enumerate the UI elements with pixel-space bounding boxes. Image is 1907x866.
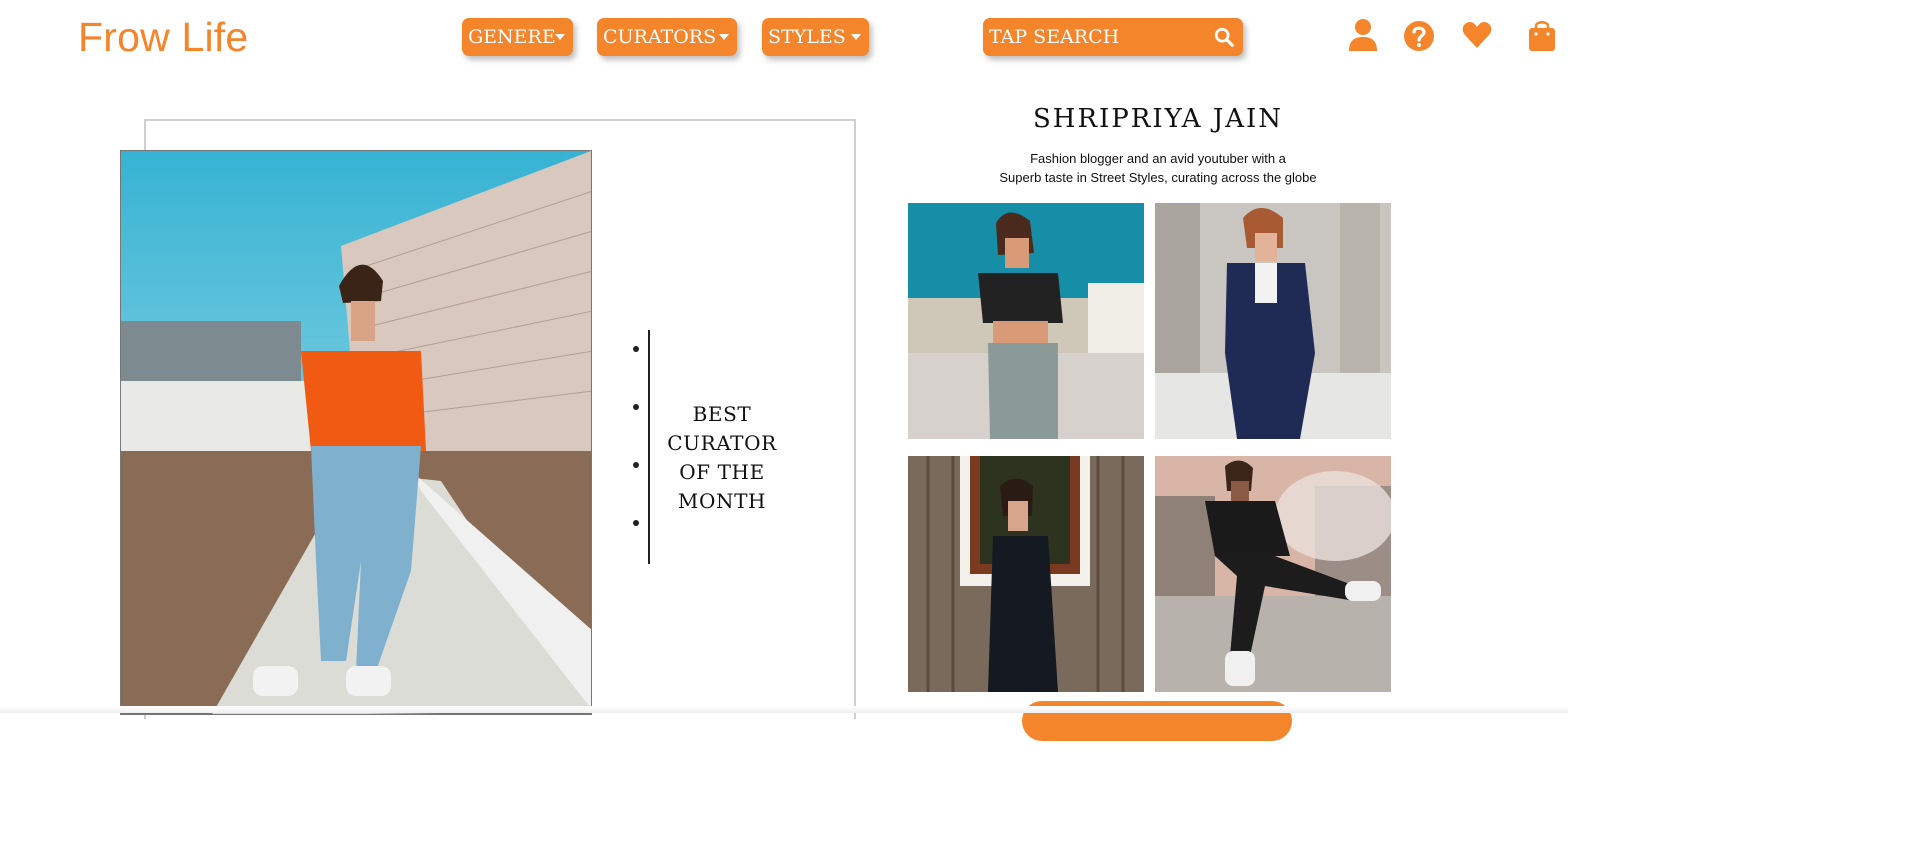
curator-name: SHRIPRIYA JAIN [1032,104,1284,134]
chevron-down-icon [555,34,565,40]
vertical-divider [648,330,650,564]
bio-line: Superb taste in Street Styles, curating … [999,170,1317,185]
styles-dropdown-button[interactable]: STYLES [762,18,869,56]
bullet-dot [633,462,639,468]
curators-label: CURATORS [603,26,717,48]
brand-logo[interactable]: Frow Life [78,14,248,61]
award-line: BEST [692,402,752,426]
gallery-photo-3[interactable] [908,456,1144,692]
chevron-down-icon [851,34,861,40]
heart-icon[interactable] [1461,18,1493,52]
bullet-dot [633,346,639,352]
bullet-dot [633,520,639,526]
gallery-photo-4[interactable] [1155,456,1391,692]
search-icon[interactable] [1213,26,1235,48]
styles-label: STYLES [768,26,846,48]
bio-line: Fashion blogger and an avid youtuber wit… [1030,151,1286,166]
bullet-dot [633,404,639,410]
search-input[interactable] [983,18,1203,56]
help-icon[interactable] [1403,18,1435,52]
genere-label: GENERE [468,26,556,48]
hero-curator-photo[interactable] [120,150,592,715]
best-curator-heading: BEST CURATOR OF THE MONTH [660,400,784,516]
award-line: OF THE [679,460,765,484]
chevron-down-icon [719,34,729,40]
page-bottom-edge [0,706,1568,713]
curator-bio: Fashion blogger and an avid youtuber wit… [908,149,1408,187]
gallery-photo-1[interactable] [908,203,1144,439]
genere-dropdown-button[interactable]: GENERE [462,18,573,56]
shopping-bag-icon[interactable] [1526,18,1558,52]
award-line: CURATOR [667,431,777,455]
award-line: MONTH [677,489,767,513]
gallery-photo-2[interactable] [1155,203,1391,439]
decorative-bullets [633,346,639,578]
curators-dropdown-button[interactable]: CURATORS [597,18,737,56]
search-bar [983,18,1243,56]
user-icon[interactable] [1347,18,1379,52]
